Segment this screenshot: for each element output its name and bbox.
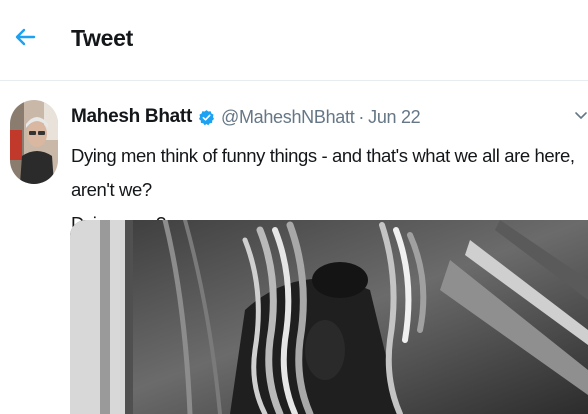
chevron-down-icon — [575, 112, 587, 119]
tweet-date[interactable]: Jun 22 — [368, 107, 421, 128]
separator-dot: · — [358, 106, 365, 127]
tweet-author-line: Mahesh Bhatt @MaheshNBhatt · Jun 22 — [71, 104, 421, 130]
back-button[interactable] — [6, 20, 44, 54]
back-arrow-icon — [15, 28, 36, 46]
page-title: Tweet — [71, 25, 133, 51]
verified-badge-icon — [198, 109, 215, 126]
avatar[interactable] — [10, 100, 58, 184]
tweet-header: Tweet — [0, 0, 588, 81]
author-name[interactable]: Mahesh Bhatt — [71, 106, 192, 128]
tweet-photo[interactable] — [70, 220, 588, 414]
author-handle[interactable]: @MaheshNBhatt — [221, 107, 355, 128]
tweet-menu-button[interactable] — [574, 108, 588, 124]
